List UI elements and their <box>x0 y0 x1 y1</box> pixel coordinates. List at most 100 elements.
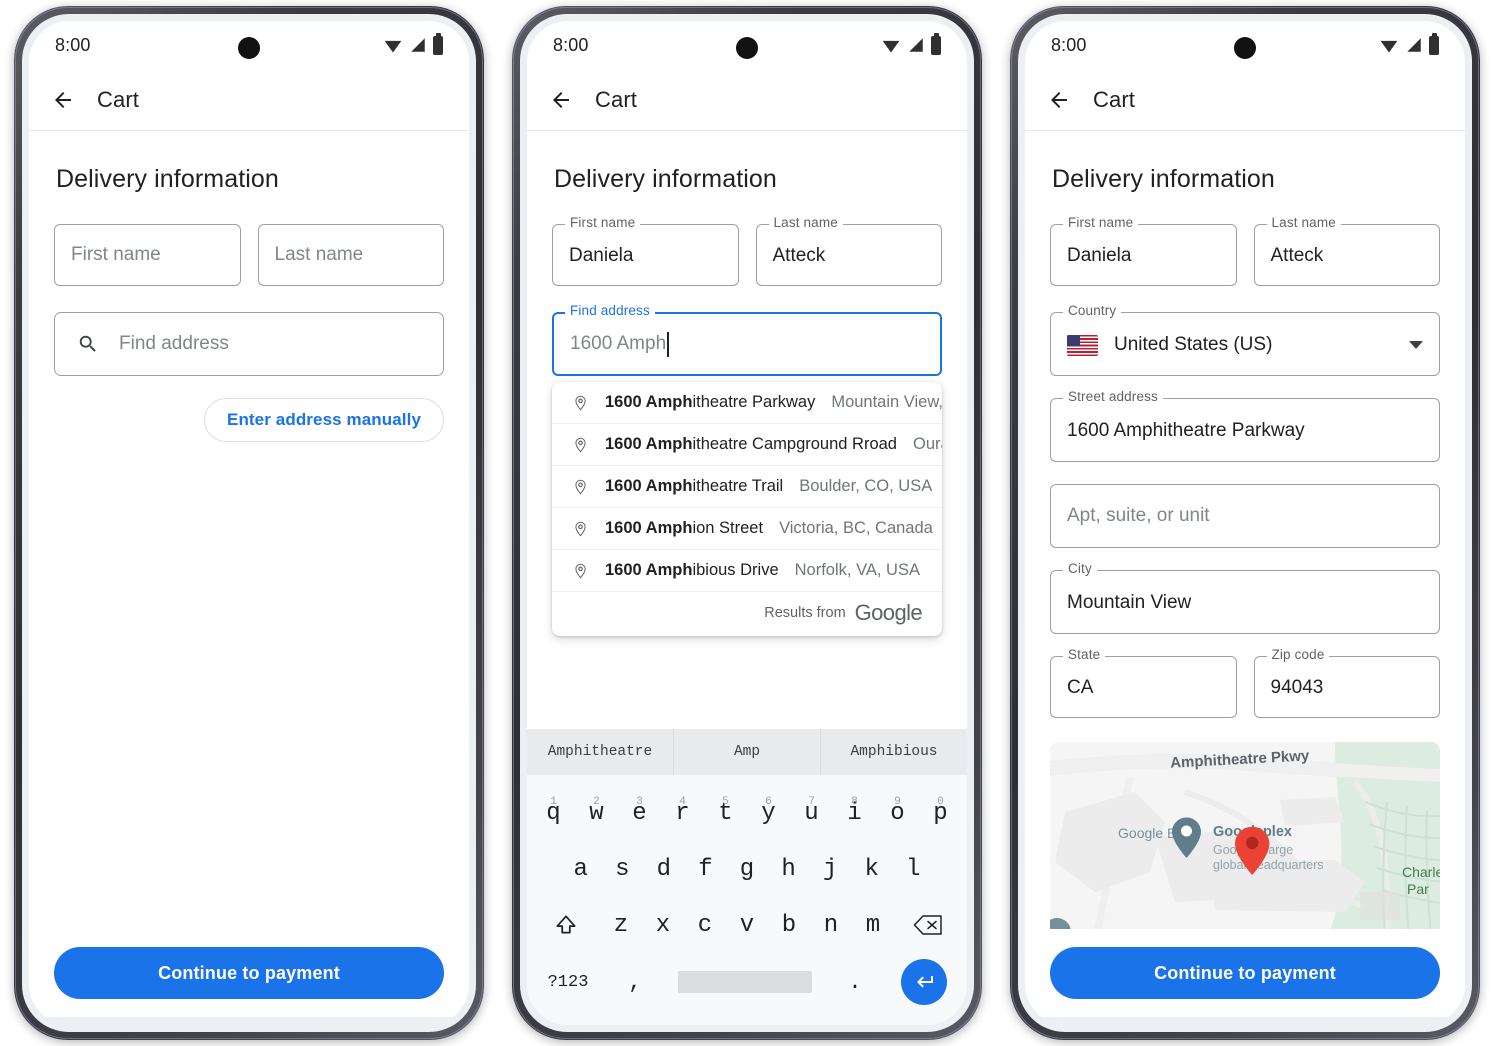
signal-icon <box>909 38 923 52</box>
country-label: Country <box>1063 303 1122 318</box>
key-number-hint: 2 <box>593 795 600 808</box>
address-suggestion-item[interactable]: 1600 Amphitheatre Trail Boulder, CO, USA <box>552 466 942 508</box>
enter-key[interactable] <box>886 959 962 1005</box>
map-park-label-1: Charle <box>1402 864 1440 880</box>
state-field[interactable]: State CA <box>1050 647 1237 718</box>
keyboard-suggestion[interactable]: Amphibious <box>820 729 967 775</box>
signal-icon <box>1407 38 1421 52</box>
first-name-value: Daniela <box>569 245 634 266</box>
period-key[interactable]: . <box>824 970 886 995</box>
three-phone-mockup: 8:00 Cart Delivery information First nam… <box>0 0 1500 1046</box>
name-row: First name Last name <box>54 224 444 286</box>
location-pin-icon <box>575 479 586 494</box>
shift-key-icon <box>556 915 576 934</box>
find-address-placeholder: Find address <box>119 333 229 354</box>
continue-to-payment-button[interactable]: Continue to payment <box>54 947 444 999</box>
key-k[interactable]: k <box>851 856 893 883</box>
status-time: 8:00 <box>1051 34 1087 55</box>
key-w[interactable]: 2w <box>575 796 618 827</box>
key-z[interactable]: z <box>600 912 642 939</box>
country-select[interactable]: Country United States (US) <box>1050 303 1440 376</box>
key-e[interactable]: 3e <box>618 796 661 827</box>
key-a[interactable]: a <box>560 856 602 883</box>
key-n[interactable]: n <box>810 912 852 939</box>
street-address-label: Street address <box>1063 389 1163 404</box>
suggestion-sub-text: Ouray, ... <box>912 435 942 453</box>
zip-field[interactable]: Zip code 94043 <box>1253 647 1440 718</box>
suggestion-sub-text: Norfolk, VA, USA <box>794 561 920 579</box>
continue-to-payment-button[interactable]: Continue to payment <box>1050 947 1440 999</box>
enter-address-manually-button[interactable]: Enter address manually <box>204 398 444 442</box>
key-i[interactable]: 8i <box>833 796 876 827</box>
key-c[interactable]: c <box>684 912 726 939</box>
numeric-key[interactable]: ?123 <box>532 973 604 992</box>
location-pin-icon <box>575 395 586 410</box>
last-name-field[interactable]: Last name Atteck <box>1253 215 1440 286</box>
signal-icon <box>411 38 425 52</box>
chevron-down-icon[interactable] <box>1409 341 1423 349</box>
status-icons <box>881 32 941 55</box>
city-field[interactable]: City Mountain View <box>1050 561 1440 634</box>
key-x[interactable]: x <box>642 912 684 939</box>
key-o[interactable]: 9o <box>876 796 919 827</box>
key-h[interactable]: h <box>768 856 810 883</box>
key-v[interactable]: v <box>726 912 768 939</box>
key-number-hint: 6 <box>765 795 772 808</box>
address-suggestion-item[interactable]: 1600 Amphitheatre Campground Rroad Ouray,… <box>552 424 942 466</box>
first-name-field[interactable]: First name Daniela <box>552 215 739 286</box>
key-j[interactable]: j <box>809 856 851 883</box>
status-bar: 8:00 <box>527 21 967 69</box>
keyboard-suggestion[interactable]: Amp <box>673 729 820 775</box>
key-u[interactable]: 7u <box>790 796 833 827</box>
location-pin-icon <box>575 563 586 578</box>
key-l[interactable]: l <box>892 856 934 883</box>
key-b[interactable]: b <box>768 912 810 939</box>
section-title: Delivery information <box>56 165 279 193</box>
name-row: First name Daniela Last name Atteck <box>1050 215 1440 286</box>
address-suggestion-item[interactable]: 1600 Amphitheatre Parkway Mountain View, … <box>552 382 942 424</box>
address-map-preview[interactable]: Amphitheatre Pkwy Google B40 Googleplex … <box>1050 742 1440 942</box>
enter-key-circle <box>901 959 947 1005</box>
key-number-hint: 7 <box>808 795 815 808</box>
key-q[interactable]: 1q <box>532 796 575 827</box>
comma-key[interactable]: , <box>604 970 666 995</box>
key-m[interactable]: m <box>852 912 894 939</box>
find-address-field[interactable]: Find address <box>54 312 444 376</box>
key-r[interactable]: 4r <box>661 796 704 827</box>
address-suggestion-item[interactable]: 1600 Amphibious Drive Norfolk, VA, USA <box>552 550 942 592</box>
address-suggestion-item[interactable]: 1600 Amphion Street Victoria, BC, Canada <box>552 508 942 550</box>
last-name-label: Last name <box>1266 215 1341 230</box>
key-f[interactable]: f <box>685 856 727 883</box>
key-t[interactable]: 5t <box>704 796 747 827</box>
key-g[interactable]: g <box>726 856 768 883</box>
first-name-value: Daniela <box>1067 245 1132 266</box>
space-key[interactable] <box>678 971 812 993</box>
last-name-field[interactable]: Last name <box>257 224 444 286</box>
last-name-field[interactable]: Last name Atteck <box>755 215 942 286</box>
first-name-label: First name <box>1063 215 1139 230</box>
footer-1: Continue to payment <box>29 929 469 1025</box>
country-value: United States (US) <box>1114 334 1273 355</box>
back-arrow-icon[interactable] <box>1047 88 1071 112</box>
back-arrow-icon[interactable] <box>549 88 573 112</box>
key-s[interactable]: s <box>602 856 644 883</box>
search-icon <box>79 335 96 352</box>
first-name-field[interactable]: First name <box>54 224 241 286</box>
keyboard-suggestion[interactable]: Amphitheatre <box>527 729 673 775</box>
apt-field[interactable]: Apt, suite, or unit <box>1050 484 1440 548</box>
backspace-key[interactable] <box>894 913 962 937</box>
shift-key[interactable] <box>532 912 600 938</box>
status-time: 8:00 <box>553 34 589 55</box>
back-arrow-icon[interactable] <box>51 88 75 112</box>
key-d[interactable]: d <box>643 856 685 883</box>
first-name-field[interactable]: First name Daniela <box>1050 215 1237 286</box>
first-name-placeholder: First name <box>71 244 161 265</box>
app-bar: Cart <box>1025 69 1465 131</box>
key-p[interactable]: 0p <box>919 796 962 827</box>
find-address-field[interactable]: Find address 1600 Amph <box>552 303 942 376</box>
map-graphic: Amphitheatre Pkwy Google B40 Googleplex … <box>1050 742 1440 942</box>
street-address-field[interactable]: Street address 1600 Amphitheatre Parkway <box>1050 389 1440 462</box>
status-icons <box>1379 32 1439 55</box>
key-y[interactable]: 6y <box>747 796 790 827</box>
zip-label: Zip code <box>1266 647 1330 662</box>
